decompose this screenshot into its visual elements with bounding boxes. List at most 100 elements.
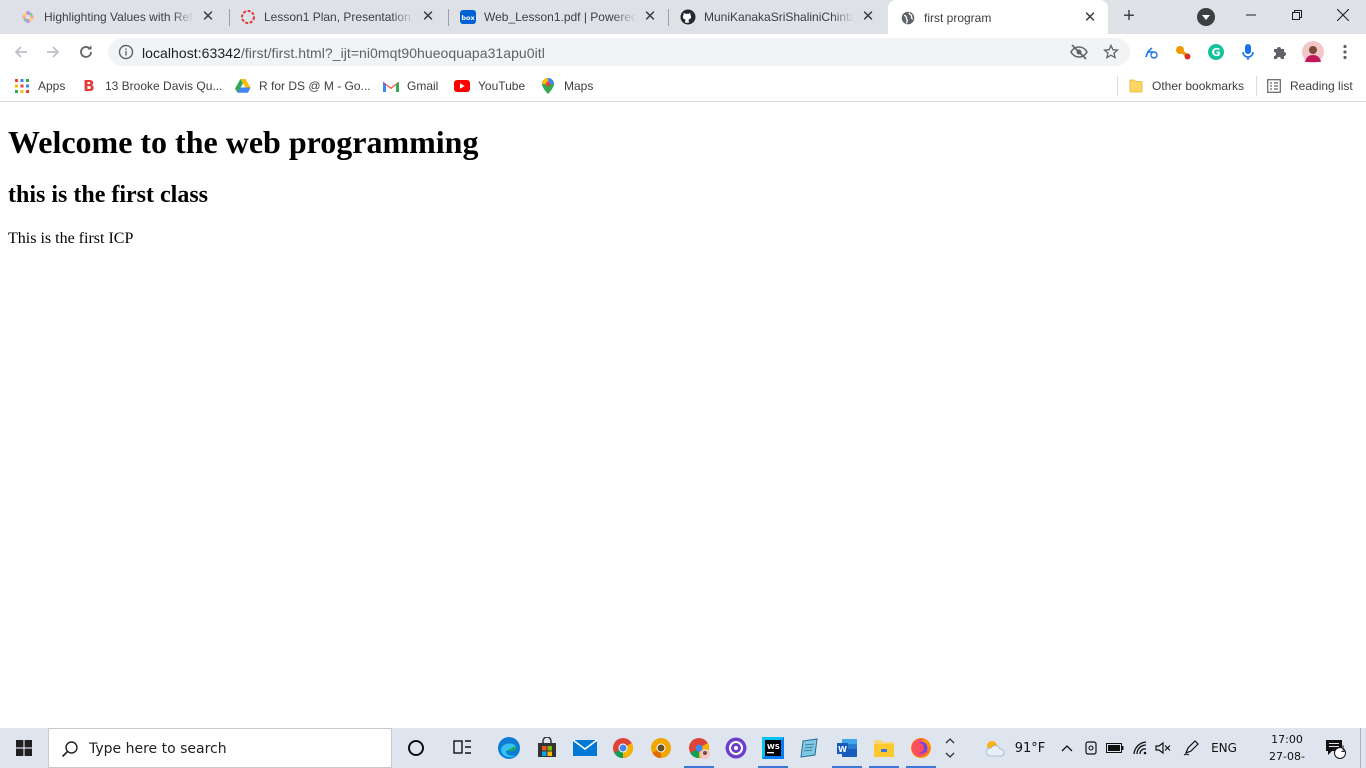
tab-close-icon[interactable]: ✕ bbox=[642, 9, 658, 25]
volume-muted-icon[interactable] bbox=[1152, 728, 1174, 768]
cortana-circle-icon[interactable] bbox=[397, 728, 435, 768]
battery-icon[interactable] bbox=[1104, 728, 1126, 768]
notifications-icon[interactable]: 1 bbox=[1320, 728, 1350, 768]
tab-close-icon[interactable]: ✕ bbox=[420, 9, 436, 25]
tab-github-repo[interactable]: MuniKanakaSriShaliniChintam ✕ bbox=[668, 0, 886, 34]
taskbar-clock[interactable]: 17:00 27-08-2021 bbox=[1256, 731, 1318, 768]
eye-slash-icon[interactable] bbox=[1070, 44, 1088, 60]
tab-lesson1-plan[interactable]: Lesson1 Plan, Presentation, S ✕ bbox=[228, 0, 446, 34]
bookmark-brooke-davis[interactable]: B 13 Brooke Davis Qu... bbox=[81, 76, 222, 96]
svg-text:G: G bbox=[1211, 46, 1220, 59]
grammarly-icon[interactable]: G bbox=[1207, 43, 1225, 61]
show-hidden-icons-chevron-icon[interactable] bbox=[1058, 728, 1076, 768]
youtube-icon bbox=[454, 78, 470, 94]
microphone-icon[interactable] bbox=[1239, 43, 1257, 61]
page-heading-1: Welcome to the web programming bbox=[8, 124, 479, 160]
bookmark-label: Gmail bbox=[407, 79, 439, 93]
tab-title: first program bbox=[924, 10, 992, 25]
clock-date: 27-08-2021 bbox=[1269, 750, 1305, 768]
minimize-icon[interactable] bbox=[1228, 0, 1274, 30]
extensions-puzzle-icon[interactable] bbox=[1271, 43, 1289, 61]
reading-list[interactable]: Reading list bbox=[1266, 76, 1353, 96]
translate-extension-icon[interactable] bbox=[1142, 43, 1160, 61]
mail-icon[interactable] bbox=[566, 728, 604, 768]
bookmark-star-icon[interactable] bbox=[1102, 43, 1120, 60]
tab-close-icon[interactable]: ✕ bbox=[200, 9, 216, 25]
tab-title: MuniKanakaSriShaliniChintam bbox=[704, 10, 854, 24]
github-icon bbox=[680, 9, 696, 25]
bookmarks-divider bbox=[1256, 76, 1257, 96]
weather-sun-cloud-icon[interactable] bbox=[980, 728, 1010, 768]
tab-close-icon[interactable]: ✕ bbox=[1082, 9, 1098, 26]
restore-icon[interactable] bbox=[1274, 0, 1320, 30]
bookmarks-divider bbox=[1117, 76, 1118, 96]
show-desktop-button[interactable] bbox=[1360, 728, 1366, 768]
gmail-icon bbox=[383, 78, 399, 94]
url-host: localhost:63342 bbox=[142, 45, 241, 61]
url-text[interactable]: localhost:63342/first/first.html?_ijt=ni… bbox=[142, 45, 545, 61]
input-language[interactable]: ENG bbox=[1208, 728, 1240, 768]
bookmark-label: YouTube bbox=[478, 79, 526, 93]
web-page-content: Welcome to the web programming this is t… bbox=[0, 103, 1366, 728]
bold-b-icon: B bbox=[83, 77, 95, 95]
bookmarks-bar: Apps B 13 Brooke Davis Qu... R for DS @ … bbox=[0, 70, 1366, 102]
clock-time: 17:00 bbox=[1271, 733, 1303, 746]
word-icon[interactable]: W bbox=[828, 728, 866, 768]
tab-strip: Highlighting Values with Refe ✕ Lesson1 … bbox=[0, 0, 1366, 35]
firefox-icon[interactable] bbox=[902, 728, 940, 768]
tab-title: Lesson1 Plan, Presentation, S bbox=[264, 10, 414, 24]
taskbar-search-box[interactable]: Type here to search bbox=[48, 728, 392, 768]
reload-icon[interactable] bbox=[73, 39, 99, 65]
globe-icon bbox=[900, 10, 916, 26]
edge-browser-icon[interactable] bbox=[490, 728, 528, 768]
key-extension-icon[interactable] bbox=[1174, 43, 1192, 61]
bookmark-apps[interactable]: Apps bbox=[14, 76, 65, 96]
forward-arrow-icon[interactable] bbox=[40, 39, 66, 65]
chrome-icon[interactable] bbox=[604, 728, 642, 768]
other-bookmarks[interactable]: Other bookmarks bbox=[1128, 76, 1244, 96]
file-explorer-icon[interactable] bbox=[865, 728, 903, 768]
bookmark-label: Apps bbox=[38, 79, 66, 93]
chrome-profile-icon[interactable] bbox=[680, 728, 718, 768]
url-path: /first/first.html?_ijt=ni0mqt90hueoquapa… bbox=[240, 45, 545, 61]
flower-icon bbox=[20, 9, 36, 25]
windows-taskbar: Type here to search WS W 91°F ENG 17:00 … bbox=[0, 728, 1366, 768]
store-bag-icon[interactable] bbox=[528, 728, 566, 768]
svg-text:WS: WS bbox=[767, 743, 780, 751]
bookmark-label: R for DS @ M - Go... bbox=[259, 79, 371, 93]
pen-workspace-icon[interactable] bbox=[1180, 728, 1202, 768]
tab-highlighting-values[interactable]: Highlighting Values with Refe ✕ bbox=[8, 0, 226, 34]
chrome-canary-icon[interactable] bbox=[642, 728, 680, 768]
bookmark-gmail[interactable]: Gmail bbox=[383, 76, 438, 96]
bookmark-youtube[interactable]: YouTube bbox=[454, 76, 525, 96]
github-desktop-icon[interactable] bbox=[717, 728, 755, 768]
back-arrow-icon[interactable] bbox=[8, 39, 34, 65]
bookmark-label: Maps bbox=[564, 79, 594, 93]
meet-now-icon[interactable] bbox=[1081, 728, 1101, 768]
weather-temperature[interactable]: 91°F bbox=[1012, 728, 1048, 768]
apps-grid-icon bbox=[14, 78, 30, 94]
svg-text:box: box bbox=[461, 14, 475, 22]
reading-list-label: Reading list bbox=[1290, 79, 1353, 93]
wifi-icon[interactable] bbox=[1130, 728, 1152, 768]
webstorm-icon[interactable]: WS bbox=[754, 728, 792, 768]
bookmark-maps[interactable]: Maps bbox=[540, 76, 593, 96]
page-paragraph: This is the first ICP bbox=[8, 230, 134, 247]
address-bar[interactable]: localhost:63342/first/first.html?_ijt=ni… bbox=[108, 38, 1130, 66]
tab-search-chevron-icon[interactable] bbox=[1197, 8, 1215, 26]
info-icon[interactable] bbox=[118, 44, 134, 60]
tab-title: Web_Lesson1.pdf | Powered b bbox=[484, 10, 636, 24]
new-tab-plus-icon[interactable]: + bbox=[1117, 5, 1141, 29]
tab-first-program[interactable]: first program ✕ bbox=[888, 0, 1108, 35]
menu-kebab-icon[interactable] bbox=[1336, 43, 1354, 61]
windows-start-icon[interactable] bbox=[0, 728, 48, 768]
tab-web-lesson1-pdf[interactable]: box Web_Lesson1.pdf | Powered b ✕ bbox=[448, 0, 668, 34]
bookmark-r-for-ds[interactable]: R for DS @ M - Go... bbox=[235, 76, 371, 96]
taskbar-scroll-arrows[interactable] bbox=[940, 728, 960, 768]
close-window-icon[interactable] bbox=[1320, 0, 1366, 30]
tab-close-icon[interactable]: ✕ bbox=[860, 9, 876, 25]
notepad-icon[interactable] bbox=[791, 728, 829, 768]
task-view-icon[interactable] bbox=[444, 728, 482, 768]
ring-icon bbox=[240, 9, 256, 25]
avatar[interactable] bbox=[1302, 41, 1324, 63]
